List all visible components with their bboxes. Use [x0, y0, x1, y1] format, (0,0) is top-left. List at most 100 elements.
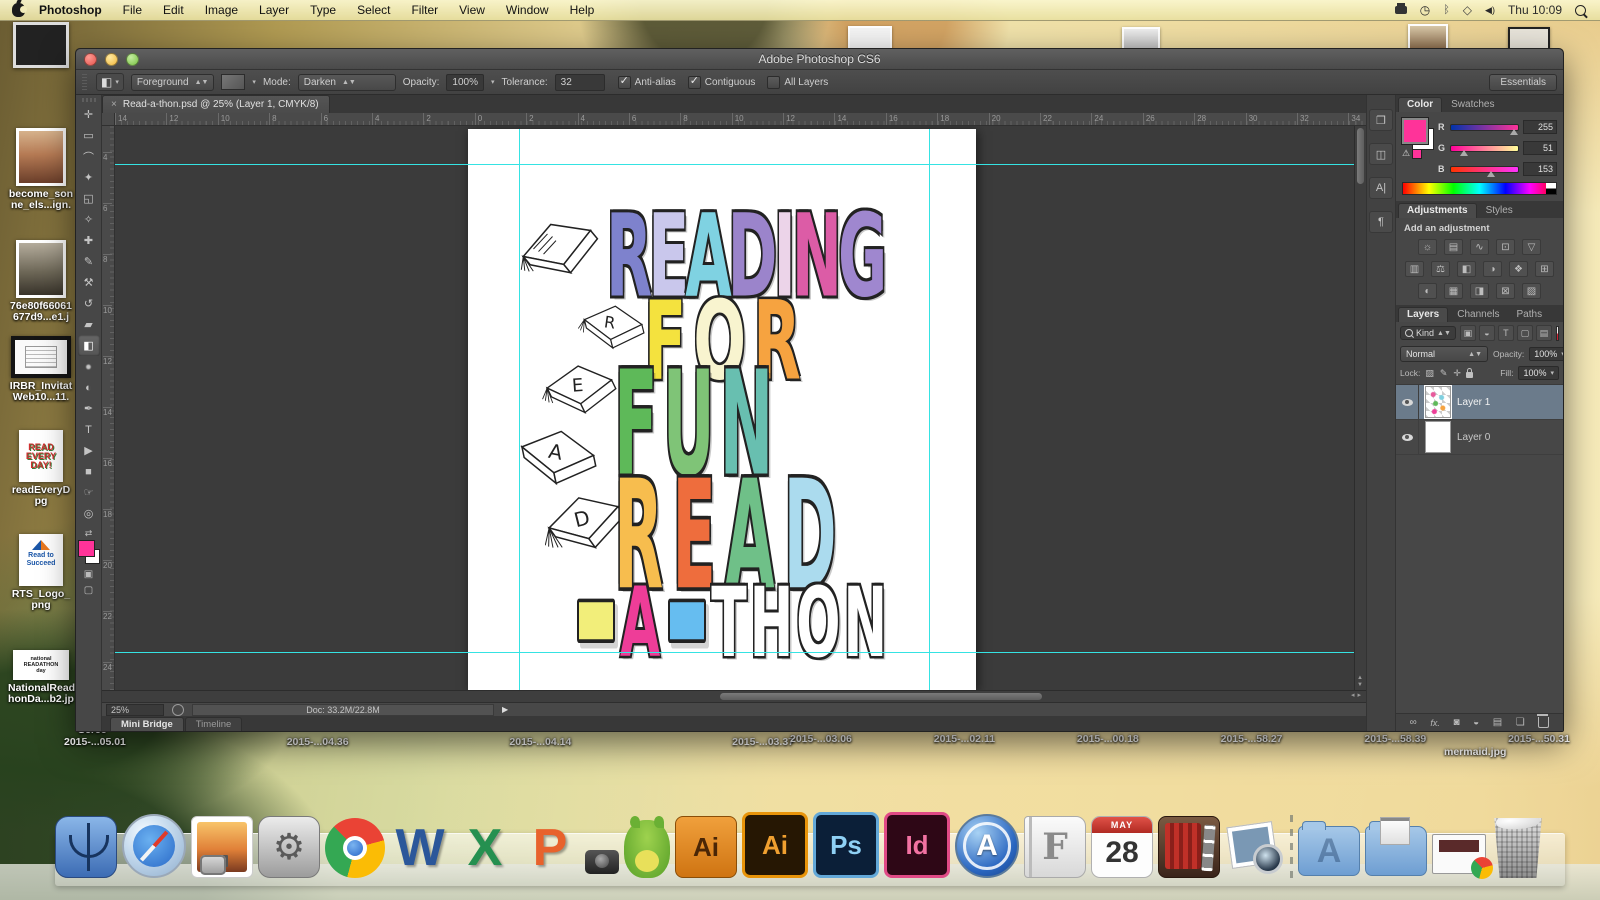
dock-iphoto[interactable] [191, 816, 253, 878]
layer-row[interactable]: Layer 0 [1396, 420, 1563, 455]
screen-mode-button[interactable]: ▢ [84, 585, 93, 596]
desktop-file-national-readathon[interactable]: national READATHON day NationalReada hon… [8, 650, 81, 705]
gradient-map-icon[interactable]: ▨ [1522, 283, 1541, 299]
menu-item[interactable]: Type [310, 3, 336, 17]
dock-font-book[interactable]: F [1024, 816, 1086, 878]
brush-tool[interactable]: ✎ [78, 251, 100, 272]
filter-adjustment-layers-icon[interactable]: ◒ [1478, 325, 1495, 341]
exposure-icon[interactable]: ⊡ [1496, 239, 1515, 255]
dock-applications-folder[interactable]: A [1298, 821, 1360, 876]
eraser-tool[interactable]: ▰ [78, 314, 100, 335]
properties-panel-icon[interactable]: ◫ [1369, 143, 1393, 165]
file-label[interactable]: 2015-...04.14 [509, 736, 571, 748]
slider-track[interactable] [1450, 123, 1519, 135]
option-checkbox[interactable]: Anti-alias [617, 74, 676, 89]
slider-track[interactable] [1450, 144, 1519, 156]
gamut-warning[interactable]: ⚠ [1402, 148, 1423, 159]
panel-tab[interactable]: Adjustments [1398, 203, 1477, 218]
dock-minimized-window[interactable] [1432, 834, 1493, 879]
wifi-icon[interactable]: ◇ [1463, 4, 1472, 16]
channel-value-field[interactable]: 255 [1523, 120, 1557, 134]
layer-visibility-cell[interactable] [1396, 420, 1419, 454]
guide-line[interactable] [115, 652, 1366, 653]
file-label[interactable]: 2015-...58.39 [1364, 733, 1426, 745]
file-label[interactable]: 2015-...02.11 [934, 733, 995, 745]
pen-tool[interactable]: ✒ [78, 398, 100, 419]
guide-line[interactable] [519, 129, 520, 690]
layer-group-icon[interactable]: ▤ [1493, 717, 1502, 728]
dock-ms-powerpoint[interactable]: P [520, 818, 580, 878]
move-tool[interactable]: ✛ [78, 104, 100, 125]
color-balance-icon[interactable]: ⚖ [1431, 261, 1450, 277]
bottom-tab[interactable]: Timeline [184, 717, 243, 731]
menu-item[interactable]: Image [205, 3, 238, 17]
dock-photoshop-cs6[interactable]: Ps [813, 812, 879, 878]
file-label[interactable]: 2015-...04.36 [287, 736, 349, 748]
fill-source-select[interactable]: Foreground ▲▼ [130, 73, 215, 91]
layer-visibility-cell[interactable] [1396, 385, 1419, 419]
time-machine-icon[interactable]: ◷ [1420, 4, 1430, 16]
delete-layer-icon[interactable] [1537, 714, 1550, 728]
menu-item[interactable]: Layer [259, 3, 289, 17]
slider-track[interactable] [1450, 165, 1519, 177]
layer-name[interactable]: Layer 1 [1457, 397, 1490, 408]
lock-pixels-icon[interactable]: ✎ [1440, 368, 1448, 379]
file-label[interactable]: 2015-...00.18 [1077, 733, 1139, 745]
magic-wand-tool[interactable]: ✦ [78, 167, 100, 188]
file-label[interactable]: 2015-...03.37 [732, 736, 794, 748]
layer-opacity-field[interactable]: 100% ▾ [1529, 347, 1563, 361]
layer-row[interactable]: Layer 1 [1396, 385, 1563, 420]
panel-tab[interactable]: Layers [1398, 307, 1449, 322]
dock-app-store[interactable]: A [955, 814, 1019, 878]
foreground-color-swatch[interactable] [1401, 117, 1429, 145]
menu-item[interactable]: Filter [411, 3, 438, 17]
zoom-level-field[interactable]: 25% [106, 703, 164, 716]
horizontal-scrollbar[interactable]: ◂▸ [102, 690, 1366, 702]
panel-tab[interactable]: Swatches [1443, 98, 1502, 112]
menu-item[interactable]: Edit [163, 3, 184, 17]
channel-value-field[interactable]: 51 [1523, 141, 1557, 155]
new-adjustment-layer-icon[interactable]: ◒ [1473, 717, 1479, 728]
file-label[interactable]: 2015-...58.27 [1221, 733, 1283, 745]
filter-type-layers-icon[interactable]: T [1497, 325, 1514, 341]
lock-all-icon[interactable] [1465, 367, 1473, 378]
guide-line[interactable] [929, 129, 930, 690]
lock-transparency-icon[interactable]: ▨ [1425, 368, 1434, 379]
menu-clock[interactable]: Thu 10:09 [1508, 3, 1562, 17]
dock-safari[interactable] [122, 814, 186, 878]
dock-google-chrome[interactable] [325, 818, 385, 878]
black-white-icon[interactable]: ◧ [1457, 261, 1476, 277]
history-panel-icon[interactable]: ❐ [1369, 109, 1393, 131]
bottom-tab[interactable]: Mini Bridge [110, 717, 184, 731]
tools-grip[interactable] [81, 98, 96, 102]
dock-ms-excel[interactable]: X [455, 818, 515, 878]
dock-toy-figure[interactable] [624, 816, 670, 878]
bluetooth-icon[interactable]: ᛒ [1443, 4, 1450, 16]
crop-tool[interactable]: ◱ [78, 188, 100, 209]
desktop-file-read-every-day[interactable]: READ EVERY DAY! readEveryD pg [8, 430, 74, 507]
doc-size-field[interactable]: Doc: 33.2M/22.8M [192, 703, 494, 716]
history-brush-tool[interactable]: ↺ [78, 293, 100, 314]
blend-mode-select[interactable]: Normal ▲▼ [1400, 346, 1488, 362]
menu-item[interactable]: Window [506, 3, 549, 17]
curves-icon[interactable]: ∿ [1470, 239, 1489, 255]
hand-tool[interactable]: ☞ [78, 482, 100, 503]
panel-tab[interactable]: Styles [1478, 204, 1521, 218]
dock-ms-word[interactable]: W [390, 818, 450, 878]
pattern-swatch[interactable] [221, 74, 246, 90]
dock-camera-app[interactable] [585, 850, 619, 874]
invert-icon[interactable]: ◐ [1418, 283, 1437, 299]
clone-stamp-tool[interactable]: ⚒ [78, 272, 100, 293]
dock-illustrator-cs5[interactable]: Ai [675, 816, 737, 878]
vertical-ruler[interactable]: 468101214161820222426 [102, 126, 115, 690]
filter-shape-layers-icon[interactable]: ▢ [1516, 325, 1533, 341]
photo-filter-icon[interactable]: ◑ [1483, 261, 1502, 277]
panel-tab[interactable]: Paths [1509, 308, 1551, 322]
panel-tab[interactable]: Channels [1449, 308, 1507, 322]
scrollbar-thumb[interactable] [720, 693, 1042, 700]
brightness-contrast-icon[interactable]: ☼ [1418, 239, 1437, 255]
dock-divider[interactable] [1290, 812, 1293, 878]
layer-thumbnail[interactable] [1425, 421, 1451, 453]
file-label[interactable]: 2015-...50.31 [1508, 733, 1570, 745]
dock-calendar[interactable]: MAY 28 [1091, 816, 1153, 878]
